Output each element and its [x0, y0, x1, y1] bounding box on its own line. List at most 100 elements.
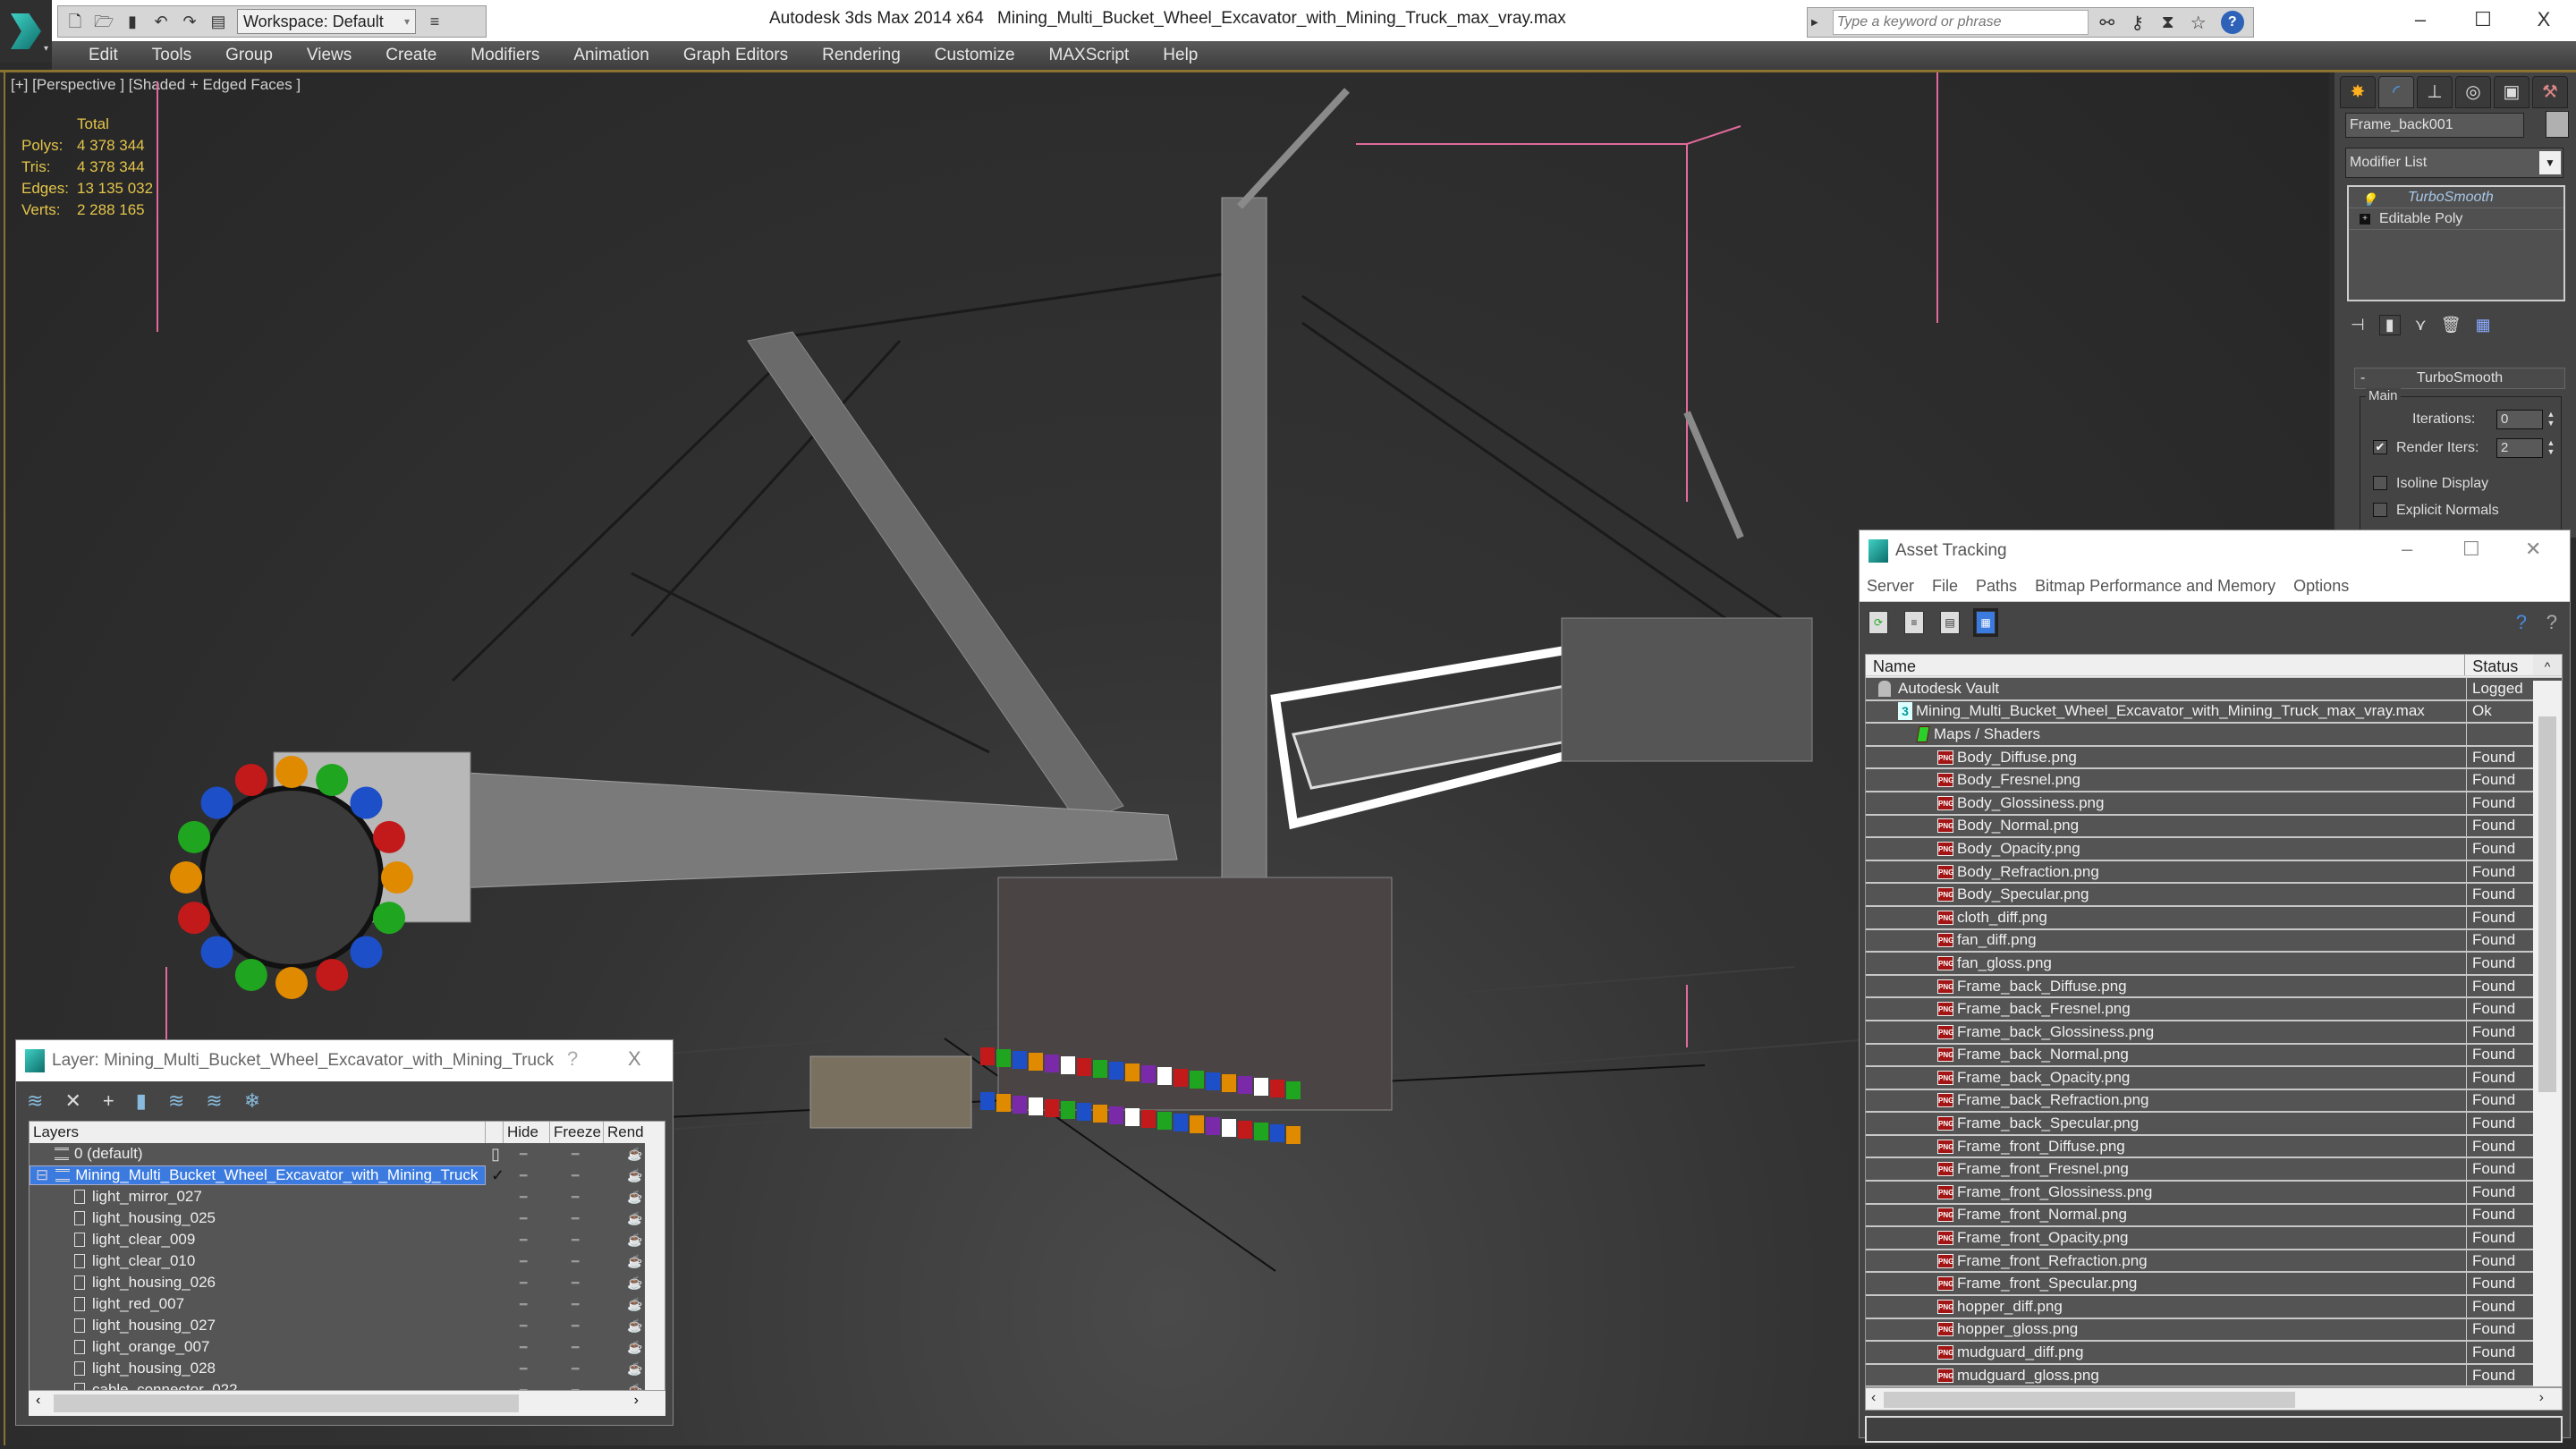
object-row[interactable]: light_mirror_027 ━ ━ ☕ — [30, 1186, 665, 1208]
asset-row[interactable]: PNG Body_Refraction.png Found — [1866, 860, 2562, 885]
object-row[interactable]: cable_connector_022 ━ ━ ☕ — [30, 1379, 665, 1391]
add-to-layer-icon[interactable]: + — [103, 1089, 114, 1113]
render-teapot-icon[interactable]: ☕ — [627, 1211, 642, 1226]
column-layers[interactable]: Layers — [30, 1122, 486, 1143]
render-teapot-icon[interactable]: ☕ — [627, 1190, 642, 1205]
refresh-icon[interactable]: ⟳ — [1868, 611, 1888, 634]
isoline-display-checkbox[interactable] — [2373, 476, 2387, 490]
menu-group[interactable]: Group — [208, 46, 290, 65]
favorites-star-icon[interactable]: ☆ — [2187, 12, 2210, 34]
freeze-toggle[interactable]: ━ — [572, 1383, 579, 1391]
menu-bitmap-performance[interactable]: Bitmap Performance and Memory — [2035, 577, 2275, 596]
object-row[interactable]: light_housing_027 ━ ━ ☕ — [30, 1315, 665, 1336]
menu-edit[interactable]: Edit — [72, 46, 135, 65]
hide-unhide-all-icon[interactable]: ≋ — [206, 1089, 222, 1113]
render-teapot-icon[interactable]: ☕ — [627, 1147, 642, 1162]
menu-paths[interactable]: Paths — [1976, 577, 2017, 596]
customize-qat-icon[interactable]: ≡ — [425, 12, 445, 31]
create-tab-icon[interactable]: ✸ — [2340, 76, 2376, 108]
binoculars-icon[interactable]: ⚯ — [2096, 12, 2119, 34]
search-input[interactable] — [1832, 10, 2089, 35]
asset-row[interactable]: PNG cloth_diff.png Found — [1866, 906, 2562, 930]
make-unique-icon[interactable]: ⋎ — [2415, 316, 2427, 335]
help-icon[interactable]: ? — [2546, 611, 2557, 634]
scroll-thumb[interactable] — [1884, 1392, 2295, 1408]
freeze-toggle[interactable]: ━ — [572, 1168, 579, 1183]
undo-icon[interactable]: ↶ — [151, 12, 171, 31]
asset-row[interactable]: PNG Frame_back_Glossiness.png Found — [1866, 1021, 2562, 1045]
modify-tab-icon[interactable]: ◜ — [2378, 76, 2414, 108]
maximize-button[interactable]: ☐ — [2456, 4, 2510, 36]
redo-icon[interactable]: ↷ — [180, 12, 199, 31]
freeze-toggle[interactable]: ━ — [572, 1361, 579, 1377]
layer-row[interactable]: 0 (default) ▯ ━ ━ ☕ — [30, 1143, 665, 1165]
close-button[interactable]: X — [2517, 4, 2571, 36]
help-icon[interactable]: ? — [2220, 11, 2244, 34]
delete-layer-icon[interactable]: ✕ — [64, 1089, 80, 1113]
current-layer-toggle[interactable]: ▯ — [491, 1145, 500, 1164]
show-end-result-icon[interactable]: ▮ — [2378, 314, 2401, 335]
new-file-icon[interactable]: 🗋 — [65, 12, 85, 31]
render-iters-spinner-arrows[interactable]: ▲ ▼ — [2545, 438, 2557, 458]
column-status[interactable]: Status — [2465, 655, 2533, 675]
asset-vertical-scrollbar[interactable] — [2533, 681, 2562, 1386]
new-layer-icon[interactable]: ≋ — [27, 1089, 43, 1113]
asset-row[interactable]: PNG fan_diff.png Found — [1866, 929, 2562, 953]
menu-views[interactable]: Views — [290, 46, 369, 65]
asset-row[interactable]: PNG Frame_front_Refraction.png Found — [1866, 1250, 2562, 1274]
layer-row[interactable]: ⊟ Mining_Multi_Bucket_Wheel_Excavator_wit… — [30, 1165, 665, 1186]
utilities-tab-icon[interactable]: ⚒ — [2532, 76, 2568, 108]
object-row[interactable]: light_clear_009 ━ ━ ☕ — [30, 1229, 665, 1250]
column-render[interactable]: Rend — [604, 1122, 647, 1143]
scroll-right-icon[interactable]: › — [2539, 1390, 2544, 1406]
close-button[interactable]: ✕ — [2525, 538, 2541, 561]
hide-toggle[interactable]: ━ — [520, 1211, 527, 1226]
stack-item-turbosmooth[interactable]: 💡 TurboSmooth — [2349, 187, 2563, 208]
asset-row[interactable]: PNG hopper_diff.png Found — [1866, 1296, 2562, 1319]
scroll-up-icon[interactable]: ^ — [2533, 655, 2562, 675]
asset-row[interactable]: PNG Body_Opacity.png Found — [1866, 838, 2562, 861]
render-iters-checkbox[interactable]: ✔ — [2373, 440, 2387, 454]
highlight-selected-icon[interactable]: ≋ — [168, 1089, 184, 1113]
asset-row[interactable]: PNG Body_Normal.png Found — [1866, 815, 2562, 839]
menu-maxscript[interactable]: MAXScript — [1032, 46, 1147, 65]
asset-row[interactable]: PNG mudguard_gloss.png Found — [1866, 1364, 2562, 1386]
iterations-spinner[interactable]: 0 — [2496, 410, 2543, 429]
project-folder-icon[interactable]: ▤ — [208, 12, 228, 31]
menu-server[interactable]: Server — [1867, 577, 1914, 596]
object-row[interactable]: light_clear_010 ━ ━ ☕ — [30, 1250, 665, 1272]
render-iters-spinner[interactable]: 2 — [2496, 438, 2543, 458]
menu-rendering[interactable]: Rendering — [805, 46, 918, 65]
hierarchy-tab-icon[interactable]: ⊥ — [2417, 76, 2453, 108]
layer-vertical-scrollbar[interactable] — [645, 1122, 665, 1390]
iterations-spinner-arrows[interactable]: ▲ ▼ — [2545, 410, 2557, 429]
table-view-icon[interactable]: ▦ — [1973, 608, 1998, 637]
render-teapot-icon[interactable]: ☕ — [627, 1318, 642, 1334]
tree-view-icon[interactable]: ▤ — [1940, 611, 1960, 634]
hide-toggle[interactable]: ━ — [520, 1233, 527, 1248]
close-button[interactable]: X — [628, 1047, 641, 1071]
asset-row[interactable]: PNG Frame_back_Normal.png Found — [1866, 1044, 2562, 1068]
hide-toggle[interactable]: ━ — [520, 1190, 527, 1205]
render-teapot-icon[interactable]: ☕ — [627, 1168, 642, 1183]
freeze-toggle[interactable]: ━ — [572, 1340, 579, 1355]
pin-stack-icon[interactable]: ⊣ — [2351, 316, 2365, 335]
menu-tools[interactable]: Tools — [135, 46, 208, 65]
save-icon[interactable]: ▮ — [123, 12, 142, 31]
asset-row[interactable]: PNG Frame_front_Fresnel.png Found — [1866, 1158, 2562, 1182]
asset-row[interactable]: PNG Body_Fresnel.png Found — [1866, 769, 2562, 792]
asset-row[interactable]: PNG Frame_back_Fresnel.png Found — [1866, 998, 2562, 1021]
select-objects-icon[interactable]: ▮ — [136, 1089, 147, 1113]
asset-row[interactable]: PNG Body_Specular.png Found — [1866, 884, 2562, 907]
remove-modifier-icon[interactable]: 🗑 — [2441, 316, 2462, 335]
asset-row[interactable]: PNG Body_Diffuse.png Found — [1866, 746, 2562, 770]
hide-toggle[interactable]: ━ — [520, 1297, 527, 1312]
menu-create[interactable]: Create — [369, 46, 453, 65]
asset-tracking-titlebar[interactable]: Asset Tracking – ☐ ✕ — [1860, 530, 2570, 572]
asset-row[interactable]: PNG Frame_back_Refraction.png Found — [1866, 1089, 2562, 1114]
menu-options[interactable]: Options — [2293, 577, 2349, 596]
freeze-toggle[interactable]: ━ — [572, 1233, 579, 1248]
asset-row[interactable]: PNG fan_gloss.png Found — [1866, 953, 2562, 976]
hide-toggle[interactable]: ━ — [520, 1361, 527, 1377]
render-teapot-icon[interactable]: ☕ — [627, 1361, 642, 1377]
